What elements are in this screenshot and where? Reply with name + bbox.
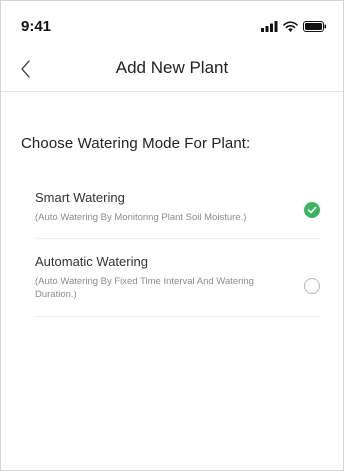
option-smart-watering[interactable]: Smart Watering (Auto Watering By Monitor…: [35, 190, 320, 239]
status-icons: [261, 19, 327, 33]
option-automatic-watering[interactable]: Automatic Watering (Auto Watering By Fix…: [35, 254, 320, 317]
navigation-bar: Add New Plant: [1, 47, 343, 92]
option-description: (Auto Watering By Fixed Time Interval An…: [35, 276, 254, 300]
radio-selected[interactable]: [304, 202, 320, 218]
radio-unselected[interactable]: [304, 278, 320, 294]
checkmark-icon: [307, 206, 317, 214]
battery-icon: [303, 20, 326, 32]
page-title: Add New Plant: [115, 58, 229, 77]
option-title: Automatic Watering: [35, 254, 148, 269]
option-description: (Auto Watering By Monitoring Plant Soil …: [35, 212, 247, 223]
signal-icon: [261, 20, 278, 32]
status-bar: 9:41: [1, 1, 343, 37]
section-heading: Choose Watering Mode For Plant:: [21, 135, 251, 152]
wifi-icon: [283, 20, 298, 32]
app-screen: 9:41 Add New Plant Choose Watering Mode …: [0, 0, 344, 471]
option-title: Smart Watering: [35, 190, 125, 205]
status-time: 9:41: [21, 18, 52, 35]
